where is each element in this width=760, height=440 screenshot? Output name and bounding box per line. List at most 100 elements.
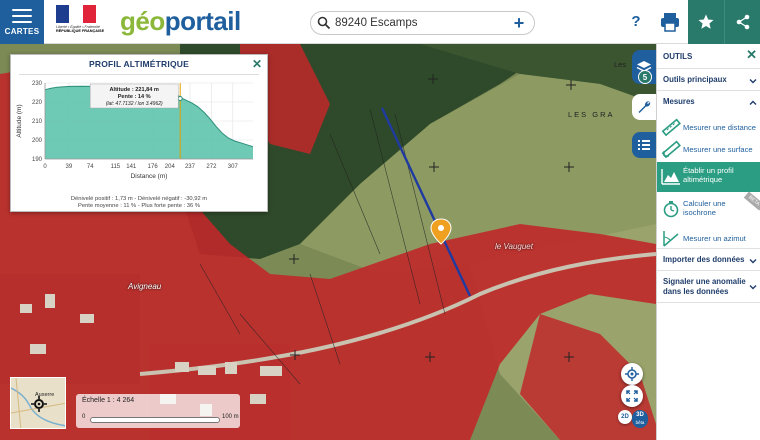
tool-label: Calculer une isochrone (683, 199, 726, 217)
legend-button[interactable] (632, 132, 656, 158)
place-label-vauguet: le Vauguet (495, 242, 533, 251)
tool-label: Mesurer un azimut (683, 234, 746, 243)
crosshair-icon (31, 396, 47, 412)
x-tick-label: 237 (185, 164, 196, 170)
help-button[interactable]: ? (624, 10, 648, 34)
tool-label: Mesurer une distance (683, 123, 757, 132)
tool-label: Établir un profil altimétrique (683, 166, 734, 184)
elevation-profile-panel: PROFIL ALTIMÉTRIQUE ✕ 190 200 210 220 230 0 39… (10, 54, 268, 212)
view-2d-button[interactable]: 2D (618, 410, 632, 424)
y-tick-label: 200 (32, 138, 43, 144)
highlight-point (177, 96, 183, 102)
y-tick-label: 210 (32, 119, 43, 125)
cartes-menu-label: CARTES (4, 26, 40, 36)
print-icon (661, 13, 679, 32)
section-mesures-label: Mesures (663, 97, 695, 106)
menu-icon (12, 8, 32, 23)
search-input[interactable] (335, 15, 505, 31)
gov-name: RÉPUBLIQUE FRANÇAISE (56, 29, 105, 33)
tools-panel: OUTILS ✕ Outils principaux Mesures Mesur… (656, 44, 760, 440)
profile-tooltip: Altitude : 221,84 mPente : 14 %(lat: 47.… (89, 83, 179, 109)
tool-measure-surface[interactable]: Mesurer une surface (657, 135, 760, 163)
scale-bar (90, 417, 220, 423)
chevron-down-icon (749, 79, 757, 84)
area-ruler-icon (661, 140, 681, 159)
x-tick-label: 141 (126, 164, 137, 170)
section-signaler[interactable]: Signaler une anomalie dans les données (657, 270, 760, 302)
chevron-up-icon (749, 100, 757, 105)
close-icon: ✕ (746, 47, 757, 62)
tool-isochrone[interactable]: Calculer une isochrone BETA (657, 191, 760, 224)
view-3d-button[interactable]: 3D bêta (632, 410, 648, 428)
x-tick-label: 74 (87, 164, 94, 170)
tool-label: Mesurer une surface (683, 145, 753, 154)
wrench-icon (638, 101, 651, 113)
view-3d-sub: bêta (635, 420, 645, 425)
tools-panel-title: OUTILS (663, 52, 693, 61)
x-tick-label: 272 (206, 164, 217, 170)
section-signaler-label: Signaler une anomalie dans les données (663, 277, 746, 296)
tools-close-button[interactable]: ✕ (746, 47, 757, 63)
y-tick-label: 220 (32, 100, 43, 106)
scale-min: 0 (82, 414, 86, 420)
logo-portail-text: portail (164, 6, 241, 36)
tooltip-text: Altitude : 221,84 m (109, 87, 158, 93)
x-tick-label: 115 (111, 164, 121, 170)
scale-control: Échelle 1 : 4 264 0 100 m (76, 394, 240, 428)
cartes-menu-button[interactable]: CARTES (0, 0, 44, 44)
scale-max: 100 m (222, 414, 239, 420)
overview-map[interactable]: Auxerre (10, 377, 66, 429)
share-button[interactable] (724, 0, 760, 44)
star-icon (698, 14, 714, 29)
x-tick-label: 0 (43, 164, 47, 170)
tooltip-text: (lat: 47.7132 / lon 3.4962) (106, 101, 163, 107)
list-icon (638, 140, 650, 150)
chevron-down-icon (749, 285, 757, 290)
x-tick-label: 307 (228, 164, 239, 170)
x-tick-label: 204 (165, 164, 176, 170)
lieu-dit-label-2: Les (614, 60, 627, 69)
tools-button[interactable] (632, 94, 656, 120)
profile-close-button[interactable]: ✕ (252, 57, 262, 71)
tooltip-text: Pente : 14 % (118, 94, 151, 100)
ruler-icon (661, 118, 681, 137)
x-axis-label: Distance (m) (131, 173, 168, 180)
isochrone-icon (663, 201, 679, 218)
tools-panel-header: OUTILS ✕ (657, 44, 760, 68)
close-icon: ✕ (251, 57, 262, 71)
logo-geo-text: géo (120, 6, 165, 36)
layers-count-badge: 5 (638, 70, 652, 84)
profile-title: PROFIL ALTIMÉTRIQUE (89, 59, 189, 69)
section-mesures[interactable]: Mesures (657, 90, 760, 112)
fullscreen-button[interactable] (621, 385, 643, 407)
geoportail-logo[interactable]: géoportail (120, 7, 241, 35)
republique-francaise-logo: Liberté • Égalité • Fraternité RÉPUBLIQU… (56, 5, 110, 39)
view-3d-label: 3D (636, 412, 644, 418)
y-axis-label: Altitude (m) (16, 104, 23, 137)
profile-stats-line-1: Dénivelé positif : 1,73 m - Dénivelé nég… (70, 196, 208, 202)
section-outils-principaux-label: Outils principaux (663, 75, 727, 84)
section-importer[interactable]: Importer des données (657, 248, 760, 270)
print-button[interactable] (656, 8, 684, 36)
elevation-profile-icon (661, 169, 680, 185)
search-bar: + (310, 11, 535, 35)
plus-icon: + (513, 13, 525, 33)
favorites-button[interactable] (688, 0, 724, 44)
search-icon (317, 16, 331, 30)
locate-button[interactable] (621, 363, 643, 385)
share-icon (736, 14, 749, 30)
add-search-button[interactable]: + (510, 14, 528, 32)
section-importer-label: Importer des données (663, 255, 745, 264)
azimuth-icon (663, 231, 679, 247)
y-tick-label: 190 (32, 157, 43, 163)
tool-elevation-profile[interactable]: Établir un profil altimétrique (657, 162, 760, 192)
locate-icon (625, 367, 639, 381)
section-outils-principaux[interactable]: Outils principaux (657, 68, 760, 90)
place-label-avigneau: Avigneau (128, 282, 162, 291)
x-tick-label: 39 (66, 164, 73, 170)
elevation-profile-chart[interactable]: 190 200 210 220 230 0 39 74 115 141 176 204 237 272 30… (11, 77, 269, 195)
x-tick-label: 176 (148, 164, 159, 170)
profile-stats-line-2: Pente moyenne : 11 % - Plus forte pente … (77, 203, 201, 209)
profile-divider (19, 74, 259, 75)
scale-label: Échelle 1 : 4 264 (82, 397, 135, 404)
